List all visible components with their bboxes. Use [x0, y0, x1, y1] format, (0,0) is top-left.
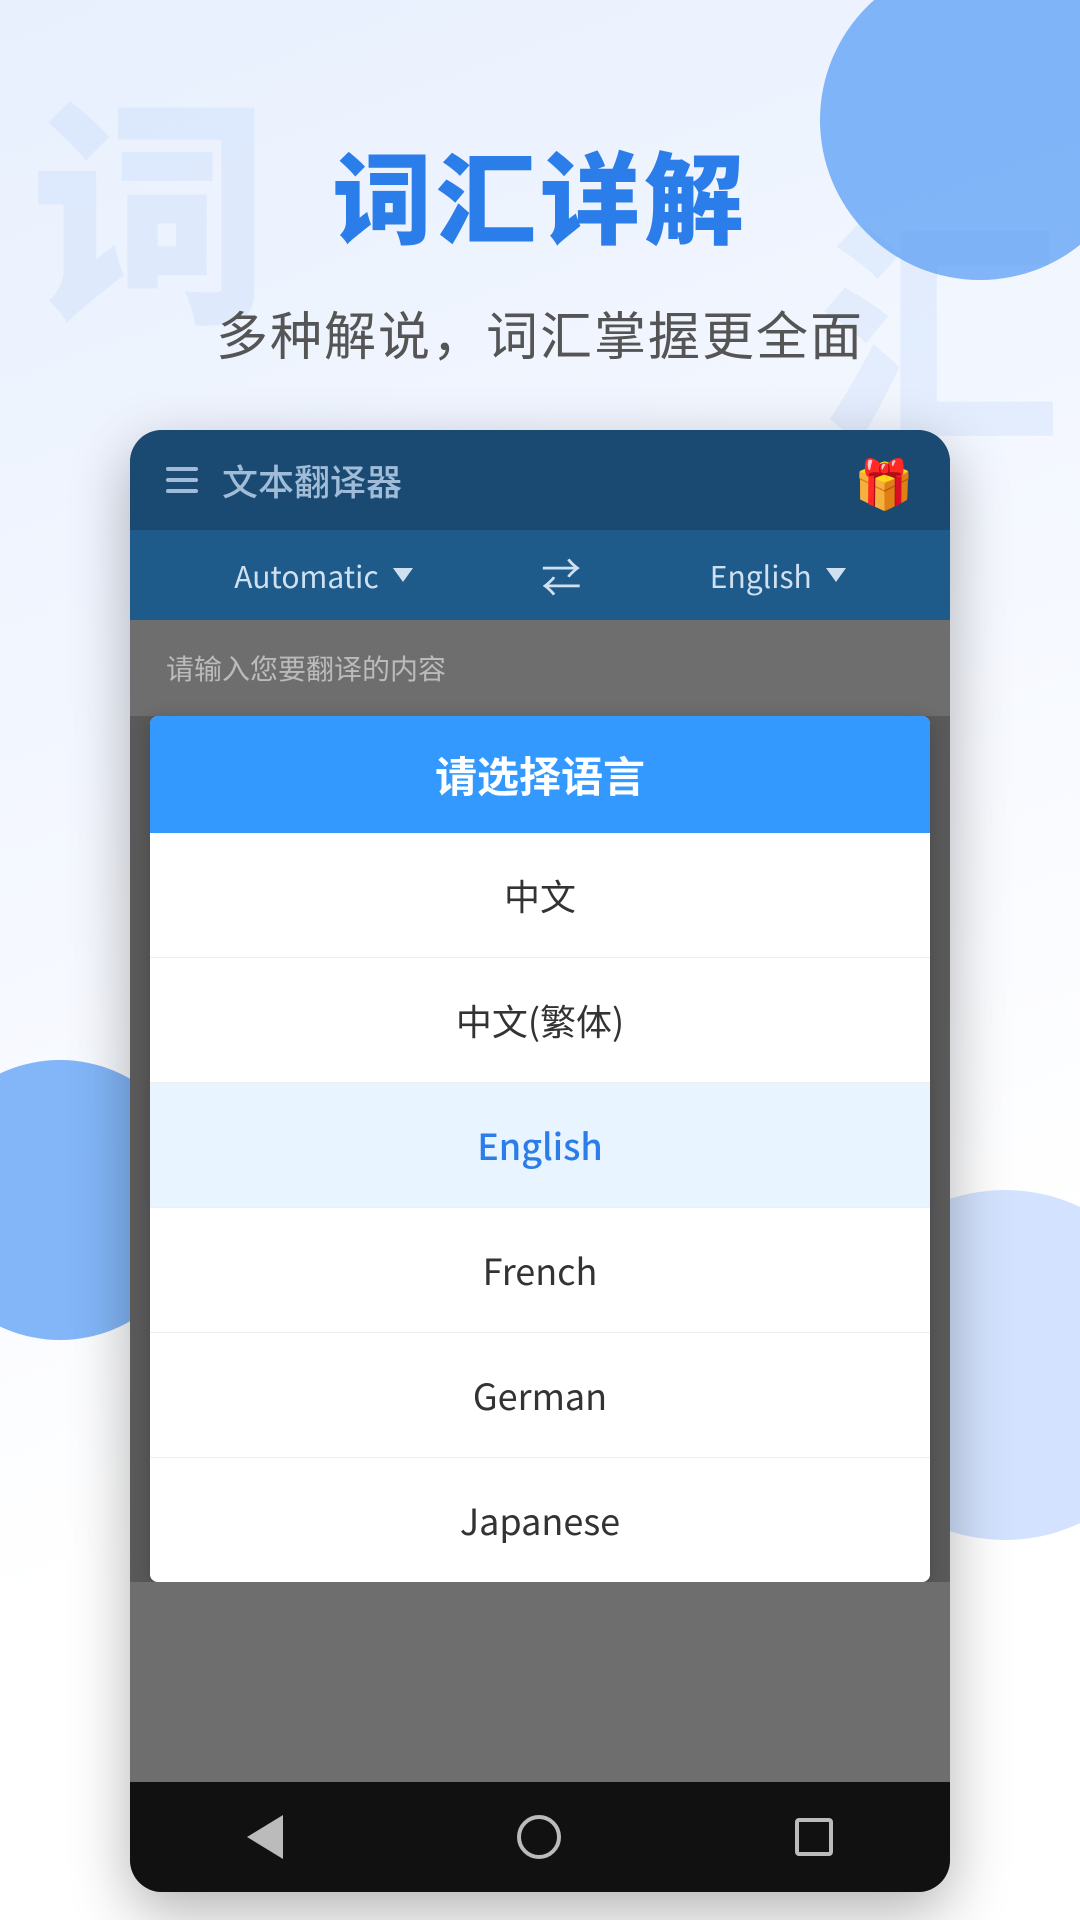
nav-recents-button[interactable] [795, 1818, 833, 1856]
dialog-list: 中文中文(繁体)EnglishFrenchGermanJapanese [150, 833, 930, 1582]
promo-title: 词汇详解 [0, 120, 1080, 265]
lang-dialog: 请选择语言 中文中文(繁体)EnglishFrenchGermanJapanes… [150, 716, 930, 1582]
lang-selector-bar: Automatic ⇄ English [130, 530, 950, 620]
back-icon [247, 1815, 283, 1859]
dialog-item-3[interactable]: French [150, 1208, 930, 1333]
input-placeholder: 请输入您要翻译的内容 [166, 648, 446, 688]
dialog-item-4[interactable]: German [150, 1333, 930, 1458]
dialog-item-5[interactable]: Japanese [150, 1458, 930, 1582]
source-lang-arrow [393, 568, 413, 582]
dialog-title: 请选择语言 [435, 744, 645, 805]
app-title: 文本翻译器 [222, 454, 402, 506]
dialog-item-0[interactable]: 中文 [150, 833, 930, 958]
source-lang-dropdown[interactable]: Automatic [234, 553, 412, 597]
recents-icon [795, 1818, 833, 1856]
nav-back-button[interactable] [247, 1815, 283, 1859]
source-lang-label: Automatic [234, 553, 378, 597]
phone-mockup: 文本翻译器 🎁 Automatic ⇄ English 请输入您要翻译的内容 请… [130, 430, 950, 1892]
swap-icon[interactable]: ⇄ [541, 546, 581, 604]
target-lang-label: English [710, 553, 812, 597]
target-lang-dropdown[interactable]: English [710, 553, 846, 597]
home-icon [517, 1815, 561, 1859]
dialog-item-1[interactable]: 中文(繁体) [150, 958, 930, 1083]
gift-icon[interactable]: 🎁 [854, 445, 914, 515]
hamburger-icon[interactable] [166, 467, 198, 493]
promo-subtitle: 多种解说，词汇掌握更全面 [0, 295, 1080, 370]
bottom-area [130, 1582, 950, 1782]
nav-home-button[interactable] [517, 1815, 561, 1859]
toolbar-left: 文本翻译器 [166, 454, 402, 506]
app-toolbar: 文本翻译器 🎁 [130, 430, 950, 530]
text-input-area[interactable]: 请输入您要翻译的内容 [130, 620, 950, 716]
dialog-header: 请选择语言 [150, 716, 930, 833]
promo-section: 词汇详解 多种解说，词汇掌握更全面 [0, 0, 1080, 430]
target-lang-arrow [826, 568, 846, 582]
dialog-item-2[interactable]: English [150, 1083, 930, 1208]
nav-bar [130, 1782, 950, 1892]
